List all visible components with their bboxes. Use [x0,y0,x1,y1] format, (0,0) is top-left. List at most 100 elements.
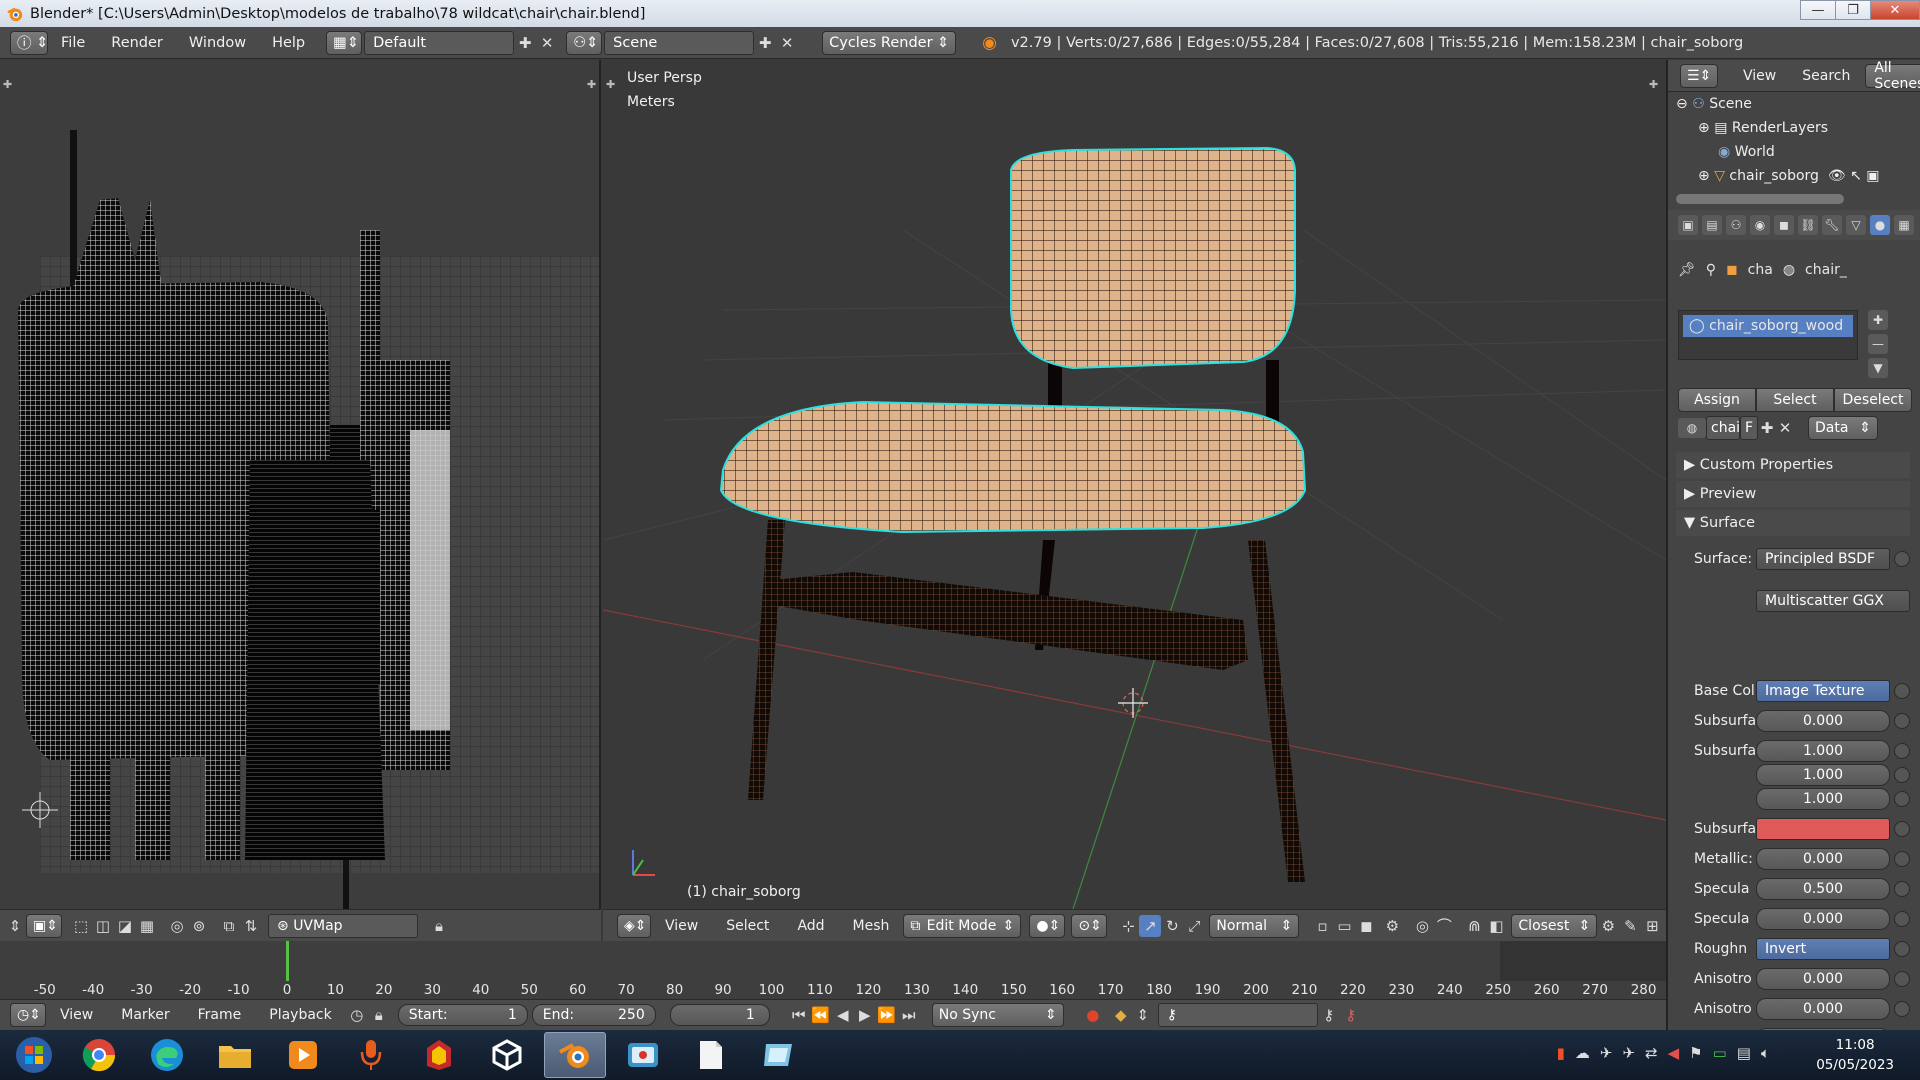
data-tab-icon[interactable]: ▽ [1846,215,1866,235]
material-slot-item[interactable]: ◯ chair_soborg_wood [1683,315,1853,337]
snap-uv-icon[interactable]: ⧉ [218,915,240,937]
breadcrumb-material[interactable]: chair_ [1805,262,1847,278]
tray-office-icon[interactable]: ▮ [1557,1044,1565,1062]
opengl-render-icon[interactable]: ⊞ [1641,915,1663,937]
minimize-button[interactable]: — [1800,0,1836,20]
proportional-icon[interactable]: ⊚ [188,915,210,937]
face-select-icon[interactable]: ◼ [1355,915,1377,937]
socket-icon[interactable] [1894,767,1910,783]
uv-select-mode-icon[interactable]: ⬚ [70,915,92,937]
taskbar-unity[interactable] [476,1032,538,1078]
tray-volume-icon[interactable]: 🔈︎ [1761,1044,1770,1062]
render-preview-icon[interactable]: ⚙ [1597,915,1619,937]
number-field[interactable]: 0.000 [1756,848,1890,870]
render-camera-icon[interactable]: ▣ [1866,168,1879,184]
socket-icon[interactable] [1894,971,1910,987]
socket-icon[interactable] [1894,881,1910,897]
editor-type-button[interactable]: ◈ ⇕ [617,913,651,938]
layout-field[interactable]: Default [364,30,515,55]
frame-ruler[interactable]: -50 -40 -30 -20 -10 0 10 20 30 40 50 60 70 80 90 100 110… [0,981,1666,1001]
lock-range-icon[interactable]: 🔒︎ [368,1004,390,1026]
add-slot-icon[interactable]: ✚ [1868,310,1888,330]
menu-mesh[interactable]: Mesh [839,918,904,934]
world-tab-icon[interactable]: ◉ [1750,215,1770,235]
menu-view[interactable]: View [1730,68,1789,84]
current-frame-field[interactable]: 1 [669,1004,770,1026]
display-filter-dropdown[interactable]: All Scenes [1865,60,1920,92]
section-surface[interactable]: ▼ Surface [1676,510,1910,536]
play-reverse-icon[interactable]: ◀ [832,1004,854,1026]
area-corner-icon[interactable]: ✚ [587,78,596,91]
socket-icon[interactable] [1894,821,1910,837]
orientation-dropdown[interactable]: Normal ⇕ [1209,913,1300,938]
socket-icon[interactable] [1894,683,1910,699]
scene-tab-icon[interactable]: ⚇ [1726,215,1746,235]
taskbar-explorer[interactable] [204,1032,266,1078]
socket-icon[interactable] [1894,941,1910,957]
jump-keyframe-back-icon[interactable]: ⏪ [810,1004,832,1026]
taskbar-recorder[interactable] [612,1032,674,1078]
taskbar-app[interactable] [408,1032,470,1078]
tray-network-icon[interactable]: ▤ [1737,1044,1751,1062]
timeline[interactable]: -50 -40 -30 -20 -10 0 10 20 30 40 50 60 70 80 90 100 110… [0,941,1666,999]
render-tab-icon[interactable]: ▣ [1678,215,1698,235]
area-corner-icon[interactable]: ✚ [1649,78,1658,91]
menu-select[interactable]: Select [712,918,783,934]
menu-view[interactable]: View [46,1007,107,1023]
end-frame-field[interactable]: End: 250 [531,1004,656,1026]
material-name-field[interactable]: chair [1706,416,1746,440]
proportional-edit-icon[interactable]: ◎ [1411,915,1433,937]
socket-icon[interactable] [1894,851,1910,867]
outliner-item-chair[interactable]: ⊕ ▽ chair_soborg 👁︎ ↖ ▣ [1668,164,1920,188]
close-button[interactable]: ✕ [1870,0,1920,20]
linked-input-dropdown[interactable]: Image Texture [1756,680,1890,702]
tray-battery-icon[interactable]: ▭ [1713,1044,1727,1062]
taskbar-notepad[interactable] [680,1032,742,1078]
manipulator-icon[interactable]: ⊹ [1117,915,1139,937]
keying-icon[interactable]: ◆ [1110,1004,1132,1026]
uv-sync-icon[interactable]: ⇅ [240,915,262,937]
select-button[interactable]: Select [1756,388,1834,412]
socket-icon[interactable] [1894,911,1910,927]
taskbar-mic[interactable] [340,1032,402,1078]
jump-end-icon[interactable]: ⏭ [898,1004,920,1026]
mode-dropdown[interactable]: ⧉ Edit Mode ⇕ [903,913,1022,938]
start-button[interactable] [6,1032,62,1078]
new-material-icon[interactable]: ✚ [1758,417,1776,439]
proportional-falloff-icon[interactable]: ⌒ [1433,915,1455,937]
menu-view[interactable]: View [651,918,712,934]
material-browse-icon[interactable]: ◍ [1678,418,1706,438]
menu-render[interactable]: Render [98,35,176,51]
uvmap-field[interactable]: ⊛ UVMap [268,913,418,938]
number-field[interactable]: 0.500 [1756,878,1890,900]
delete-key-icon[interactable]: ⚷ [1340,1004,1362,1026]
keying-set-field[interactable]: ⚷ [1157,1003,1318,1027]
pivot-dropdown[interactable]: ⊙ ⇕ [1071,913,1108,938]
texture-tab-icon[interactable]: ▦ [1894,215,1914,235]
jump-keyframe-forward-icon[interactable]: ⏩ [876,1004,898,1026]
lock-icon[interactable]: 🔒︎ [428,915,450,937]
editor-type-button[interactable]: ◷ ⇕ [10,1003,46,1027]
maximize-button[interactable]: ❐ [1835,0,1871,20]
outliner-item-world[interactable]: ◉ World [1668,140,1920,164]
section-preview[interactable]: ▶ Preview [1676,481,1910,507]
occlude-icon[interactable]: ⚙ [1381,915,1403,937]
render-engine-dropdown[interactable]: Cycles Render ⇕ [822,30,957,55]
modifiers-tab-icon[interactable]: 🔧︎ [1822,215,1842,235]
taskbar-chrome[interactable] [68,1032,130,1078]
insert-key-icon[interactable]: ⚷ [1318,1004,1340,1026]
render-layers-tab-icon[interactable]: ▤ [1702,215,1722,235]
area-corner-icon[interactable]: ✚ [606,78,615,91]
add-scene-icon[interactable]: ✚ [754,32,776,54]
fake-user-toggle[interactable]: F [1740,416,1758,440]
uv-view-button[interactable]: ▣ ⇕ [26,913,62,938]
menu-add[interactable]: Add [783,918,838,934]
taskbar-paint[interactable] [748,1032,810,1078]
camera-icon[interactable]: ✎ [1619,915,1641,937]
breadcrumb-object[interactable]: cha [1748,262,1773,278]
material-tab-icon[interactable]: ● [1870,215,1890,235]
number-field[interactable]: 1.000 [1756,764,1890,786]
snap-target-dropdown[interactable]: Closest ⇕ [1511,913,1598,938]
taskbar-blender[interactable] [544,1032,606,1078]
preview-range-icon[interactable]: ◷ [346,1004,368,1026]
